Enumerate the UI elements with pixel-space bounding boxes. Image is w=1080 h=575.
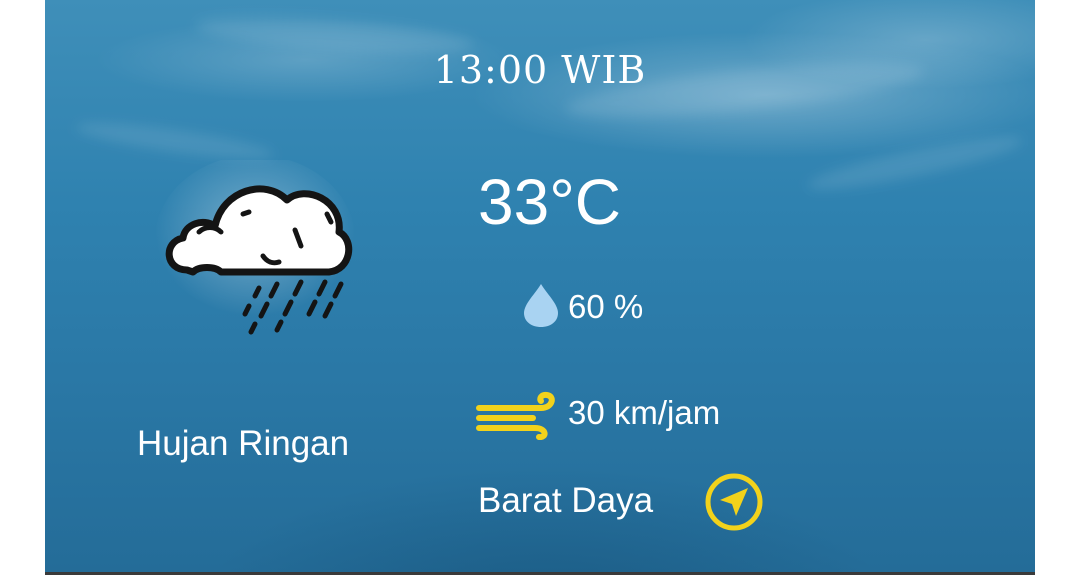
cloud-streak: [804, 127, 1026, 199]
compass-arrow-icon: [705, 473, 763, 531]
wind-speed-value: 30 km/jam: [568, 394, 721, 431]
forecast-time: 13:00 WIB: [433, 48, 647, 92]
rain-cloud-icon: [155, 160, 355, 335]
wind-icon: [476, 391, 555, 440]
condition-label: Hujan Ringan: [137, 424, 350, 463]
weather-card: 13:00 WIB 33°C 60 % 30 km/jam Hujan Ring…: [45, 0, 1035, 575]
water-drop-icon: [524, 284, 558, 327]
humidity-value: 60 %: [568, 288, 644, 325]
wind-direction-label: Barat Daya: [478, 481, 654, 520]
cloud-streak: [74, 116, 276, 166]
temperature-value: 33°C: [478, 166, 621, 238]
